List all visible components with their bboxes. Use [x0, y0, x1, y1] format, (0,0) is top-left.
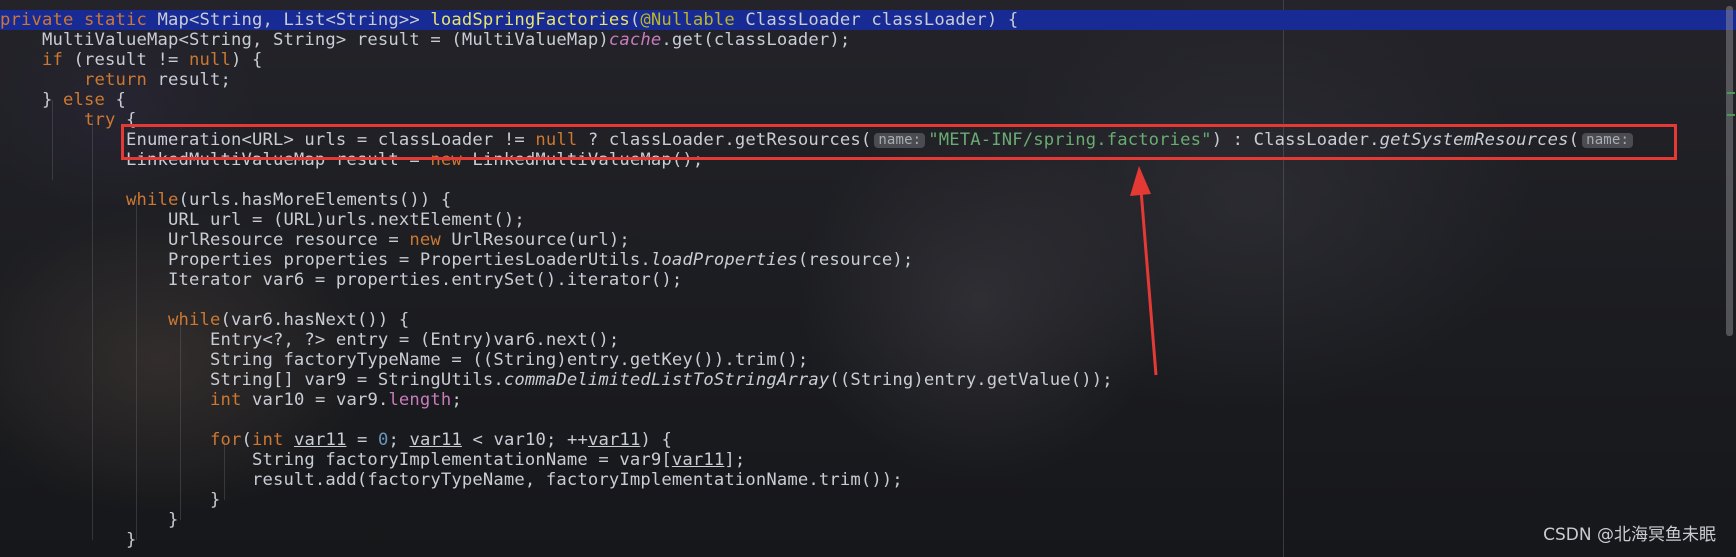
- annotation-arrow-icon: [1130, 166, 1158, 376]
- vertical-scrollbar[interactable]: [1726, 6, 1733, 336]
- change-marker: [1727, 92, 1735, 94]
- change-marker: [1727, 114, 1735, 116]
- csdn-watermark: CSDN @北海冥鱼未眠: [1543, 525, 1716, 545]
